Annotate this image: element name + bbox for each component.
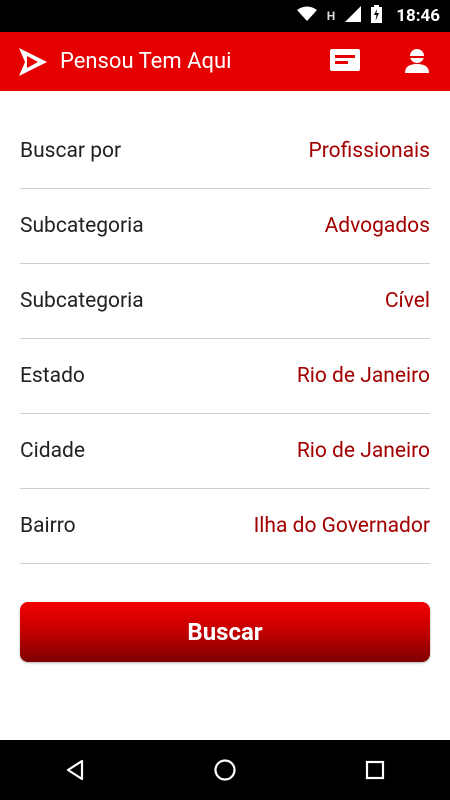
buscar-button[interactable]: Buscar (20, 602, 430, 662)
row-label: Bairro (20, 514, 76, 538)
status-icons: H 18:46 (296, 0, 440, 32)
recents-icon[interactable] (345, 740, 405, 800)
cidade-row[interactable]: Cidade Rio de Janeiro (20, 414, 430, 489)
bairro-row[interactable]: Bairro Ilha do Governador (20, 489, 430, 564)
app-title: Pensou Tem Aqui (60, 49, 232, 74)
row-value[interactable]: Ilha do Governador (254, 514, 430, 538)
back-icon[interactable] (45, 740, 105, 800)
status-time: 18:46 (396, 6, 440, 26)
person-icon[interactable] (404, 47, 430, 77)
row-value[interactable]: Rio de Janeiro (297, 364, 430, 388)
subcategoria-2-row[interactable]: Subcategoria Cível (20, 264, 430, 339)
play-logo-icon[interactable] (16, 45, 50, 79)
row-label: Subcategoria (20, 289, 144, 313)
row-label: Cidade (20, 439, 86, 463)
row-label: Estado (20, 364, 85, 388)
message-icon[interactable] (330, 48, 360, 75)
app-bar-actions (330, 32, 430, 91)
navigation-bar (0, 740, 450, 800)
wifi-icon (296, 6, 317, 26)
app-bar: Pensou Tem Aqui (0, 32, 450, 91)
subcategoria-row[interactable]: Subcategoria Advogados (20, 189, 430, 264)
row-label: Buscar por (20, 139, 122, 163)
h-signal-icon: H (326, 9, 336, 23)
cell-signal-icon (345, 6, 362, 26)
row-value[interactable]: Advogados (325, 214, 430, 238)
battery-charging-icon (371, 5, 383, 27)
row-value[interactable]: Cível (385, 289, 430, 313)
status-bar: H 18:46 (0, 0, 450, 32)
row-value[interactable]: Rio de Janeiro (297, 439, 430, 463)
row-label: Subcategoria (20, 214, 144, 238)
buscar-por-row[interactable]: Buscar por Profissionais (20, 114, 430, 189)
estado-row[interactable]: Estado Rio de Janeiro (20, 339, 430, 414)
search-form: Buscar por Profissionais Subcategoria Ad… (0, 114, 450, 564)
row-value[interactable]: Profissionais (309, 139, 431, 163)
home-icon[interactable] (195, 740, 255, 800)
